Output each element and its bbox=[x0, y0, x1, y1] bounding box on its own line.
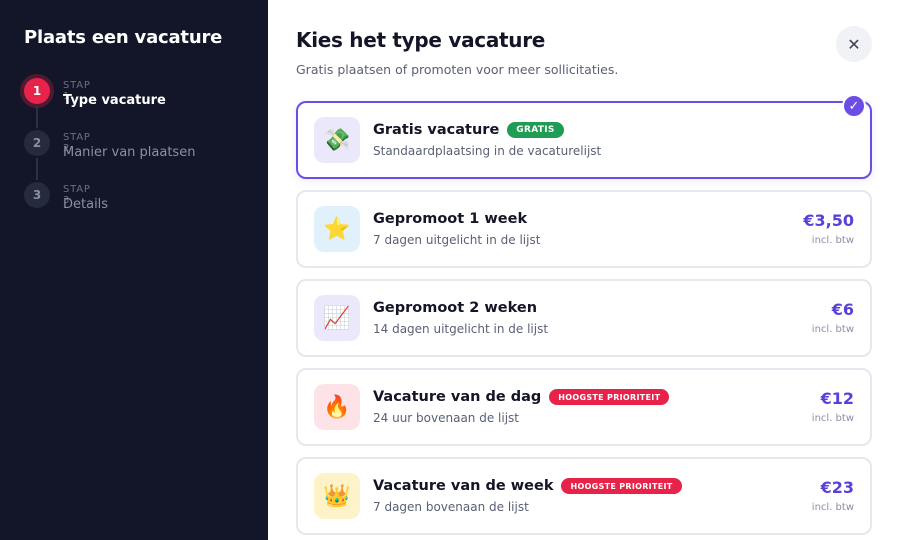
option-title: Vacature van de dag bbox=[373, 389, 542, 405]
option-title: Gratis vacature bbox=[373, 122, 500, 138]
price-note: incl. btw bbox=[811, 413, 854, 424]
price-note: incl. btw bbox=[811, 235, 854, 246]
option-job-of-the-week[interactable]: 👑 Vacature van de week HOOGSTE PRIORITEI… bbox=[296, 457, 872, 535]
option-description: 7 dagen uitgelicht in de lijst bbox=[373, 233, 541, 247]
step-number: 1 bbox=[24, 78, 50, 104]
option-free[interactable]: 💸 Gratis vacature GRATIS Standaardplaats… bbox=[296, 94, 872, 179]
option-price: €6 bbox=[831, 300, 854, 319]
option-description: 14 dagen uitgelicht in de lijst bbox=[373, 322, 549, 336]
step-number: 3 bbox=[24, 182, 50, 208]
close-icon: ✕ bbox=[847, 34, 861, 54]
priority-badge: HOOGSTE PRIORITEIT bbox=[561, 478, 682, 494]
option-title: Gepromoot 2 weken bbox=[373, 300, 538, 316]
option-description: 24 uur bovenaan de lijst bbox=[373, 411, 519, 425]
priority-badge: HOOGSTE PRIORITEIT bbox=[549, 389, 670, 405]
step-name: Manier van plaatsen bbox=[63, 145, 196, 160]
chart-icon: 📈 bbox=[314, 295, 360, 341]
check-icon: ✓ bbox=[842, 94, 866, 118]
page-title: Kies het type vacature bbox=[296, 28, 546, 52]
sidebar-title: Plaats een vacature bbox=[24, 27, 223, 48]
step-connector bbox=[36, 106, 38, 128]
option-description: Standaardplaatsing in de vacaturelijst bbox=[373, 144, 602, 158]
step-connector bbox=[36, 158, 38, 180]
option-promoted-1-week[interactable]: ⭐ Gepromoot 1 week 7 dagen uitgelicht in… bbox=[296, 190, 872, 268]
price-note: incl. btw bbox=[811, 324, 854, 335]
fire-icon: 🔥 bbox=[314, 384, 360, 430]
crown-icon: 👑 bbox=[314, 473, 360, 519]
star-icon: ⭐ bbox=[314, 206, 360, 252]
step-name: Details bbox=[63, 197, 109, 212]
page-subtitle: Gratis plaatsen of promoten voor meer so… bbox=[296, 62, 619, 77]
option-price: €12 bbox=[820, 389, 854, 408]
option-title: Gepromoot 1 week bbox=[373, 211, 528, 227]
option-description: 7 dagen bovenaan de lijst bbox=[373, 500, 529, 514]
option-promoted-2-weeks[interactable]: 📈 Gepromoot 2 weken 14 dagen uitgelicht … bbox=[296, 279, 872, 357]
step-name: Type vacature bbox=[63, 93, 166, 108]
money-icon: 💸 bbox=[314, 117, 360, 163]
price-note: incl. btw bbox=[811, 502, 854, 513]
close-button[interactable]: ✕ bbox=[836, 26, 872, 62]
sidebar: Plaats een vacature 1 STAP 1 Type vacatu… bbox=[0, 0, 268, 540]
main-panel: Kies het type vacature Gratis plaatsen o… bbox=[268, 0, 924, 540]
option-job-of-the-day[interactable]: 🔥 Vacature van de dag HOOGSTE PRIORITEIT… bbox=[296, 368, 872, 446]
option-title: Vacature van de week bbox=[373, 478, 554, 494]
free-badge: GRATIS bbox=[507, 122, 564, 138]
step-number: 2 bbox=[24, 130, 50, 156]
option-price: €3,50 bbox=[803, 211, 854, 230]
option-price: €23 bbox=[820, 478, 854, 497]
